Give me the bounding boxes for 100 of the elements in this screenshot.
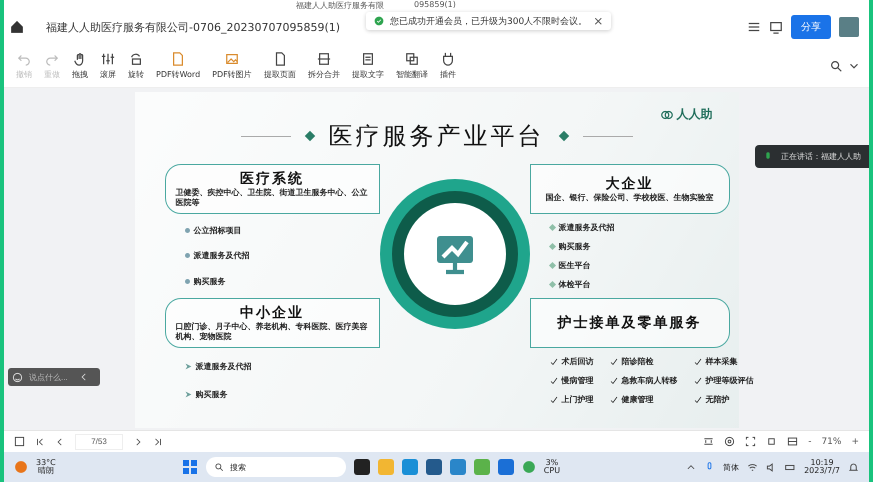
- record-icon: [724, 436, 736, 447]
- check-circle-icon: [374, 16, 384, 26]
- list-item: 体检平台: [550, 279, 614, 290]
- section-title: 中小企业: [240, 304, 304, 322]
- zoom-level: 71%: [821, 436, 842, 446]
- section-title: 护士接单及零单服务: [558, 314, 702, 332]
- toolbar-button[interactable]: 拆分合并: [304, 50, 344, 82]
- toolbar-button[interactable]: 拖拽: [68, 50, 92, 82]
- check-icon: [610, 376, 618, 384]
- arrow-bullet-icon: [184, 391, 192, 398]
- speaking-text: 正在讲话：福建人人助: [781, 151, 861, 162]
- check-icon: [550, 376, 558, 384]
- start-icon: [182, 459, 198, 475]
- toolbar-button[interactable]: PDF转Word: [152, 50, 204, 82]
- cpu-usage: 3%: [546, 458, 558, 467]
- close-button[interactable]: ×: [593, 14, 604, 28]
- first-page-icon: [35, 436, 45, 446]
- toolbar-button[interactable]: 提取文字: [348, 50, 388, 82]
- input-method[interactable]: 简体: [723, 462, 740, 472]
- check-icon: [610, 396, 618, 404]
- list-item: 派遣服务及代招: [184, 356, 252, 376]
- clock-date: 2023/7/7: [804, 467, 840, 476]
- list-item: 陪诊陪检: [610, 356, 678, 367]
- list-item: 慢病管理: [550, 375, 594, 386]
- fit-page-icon: [766, 436, 778, 447]
- clock-time: 10:19: [810, 458, 834, 467]
- search-icon: [829, 58, 843, 72]
- translate-icon: [404, 52, 419, 66]
- sidebar-icon: [14, 436, 25, 447]
- list-item: 护理等级评估: [694, 375, 754, 386]
- check-icon: [550, 396, 558, 404]
- section-description: 卫健委、疾控中心、卫生院、街道卫生服务中心、公立医院等: [176, 188, 368, 208]
- temperature: 33°C: [36, 458, 56, 467]
- check-icon: [610, 358, 618, 366]
- home-icon: [10, 20, 24, 34]
- toolbar-button[interactable]: PDF转图片: [208, 50, 256, 82]
- toast-message: 您已成功开通会员，已升级为300人不限时会议。: [390, 16, 588, 28]
- toolbar-button[interactable]: 插件: [436, 50, 460, 82]
- document-title: 福建人人助医疗服务有限公司-0706_20230707095859(1): [46, 20, 340, 34]
- emoji-icon: [12, 372, 23, 382]
- list-item: 无陪护: [694, 394, 754, 405]
- list-item: 健康管理: [610, 394, 678, 405]
- text-page-icon: [360, 52, 375, 66]
- list-item: 购买服务: [184, 384, 252, 405]
- diamond-bullet-icon: [548, 242, 556, 250]
- weather: 晴朗: [38, 467, 54, 476]
- check-icon: [694, 376, 702, 384]
- arrow-bullet-icon: [184, 362, 192, 370]
- toolbar-button[interactable]: 旋转: [124, 50, 148, 82]
- list-item: 医生平台: [550, 260, 614, 271]
- document-icon: [171, 52, 186, 66]
- taskbar-search[interactable]: 搜索: [206, 457, 346, 477]
- chat-input[interactable]: 说点什么...: [27, 372, 75, 382]
- toolbar-button[interactable]: 提取页面: [260, 50, 300, 82]
- list-item: 购买服务: [184, 272, 250, 290]
- notification-icon: [848, 462, 859, 472]
- check-icon: [550, 358, 558, 366]
- split-icon: [316, 52, 331, 66]
- taskbar-app-icon[interactable]: [354, 459, 370, 475]
- bullet-dot-icon: [184, 278, 190, 284]
- list-item: 上门护理: [550, 394, 594, 405]
- check-icon: [694, 358, 702, 366]
- list-item: 术后回访: [550, 356, 594, 367]
- toolbar-button[interactable]: 滚屏: [96, 50, 120, 82]
- image-icon: [224, 52, 239, 66]
- section-title: 医疗系统: [240, 170, 304, 188]
- bullet-dot-icon: [184, 253, 190, 258]
- plugin-icon: [440, 52, 455, 66]
- diamond-bullet-icon: [548, 262, 556, 270]
- check-icon: [694, 396, 702, 404]
- list-item: 派遣服务及代招: [184, 247, 250, 265]
- share-button[interactable]: 分享: [791, 15, 831, 39]
- screen-icon: [769, 20, 783, 34]
- list-item: 派遣服务及代招: [550, 222, 614, 233]
- diamond-icon: [556, 129, 570, 143]
- section-description: 国企、银行、保险公司、学校校医、生物实验室: [546, 192, 714, 204]
- meeting-title: 095859(1): [414, 0, 456, 11]
- list-item: 公立招标项目: [184, 222, 250, 240]
- diamond-bullet-icon: [548, 280, 556, 288]
- list-item: 急救车病人转移: [610, 375, 678, 386]
- zoom-out-button[interactable]: -: [808, 436, 812, 446]
- chat-field[interactable]: 说点什么...: [8, 368, 100, 386]
- list-item: 样本采集: [694, 356, 754, 367]
- last-page-icon: [153, 436, 163, 446]
- fit-width-icon: [703, 436, 714, 447]
- logo-text: 人人助: [676, 106, 712, 123]
- meeting-title: 福建人人助医疗服务有限: [296, 0, 384, 11]
- section-description: 口腔门诊、月子中心、养老机构、专科医院、医疗美容机构、宠物医院: [176, 322, 368, 342]
- zoom-in-button[interactable]: +: [851, 436, 859, 446]
- diamond-icon: [302, 129, 316, 143]
- toolbar-button[interactable]: 智能翻译: [392, 50, 432, 82]
- search-icon: [214, 462, 224, 472]
- columns-icon: [787, 436, 798, 447]
- section-title: 大企业: [606, 174, 654, 193]
- wifi-icon: [747, 462, 758, 472]
- menu-icon: [747, 20, 761, 34]
- list-item: 购买服务: [550, 241, 614, 252]
- page-field[interactable]: 7/53: [75, 434, 123, 450]
- cpu-label: CPU: [544, 467, 560, 476]
- bullet-dot-icon: [184, 228, 190, 234]
